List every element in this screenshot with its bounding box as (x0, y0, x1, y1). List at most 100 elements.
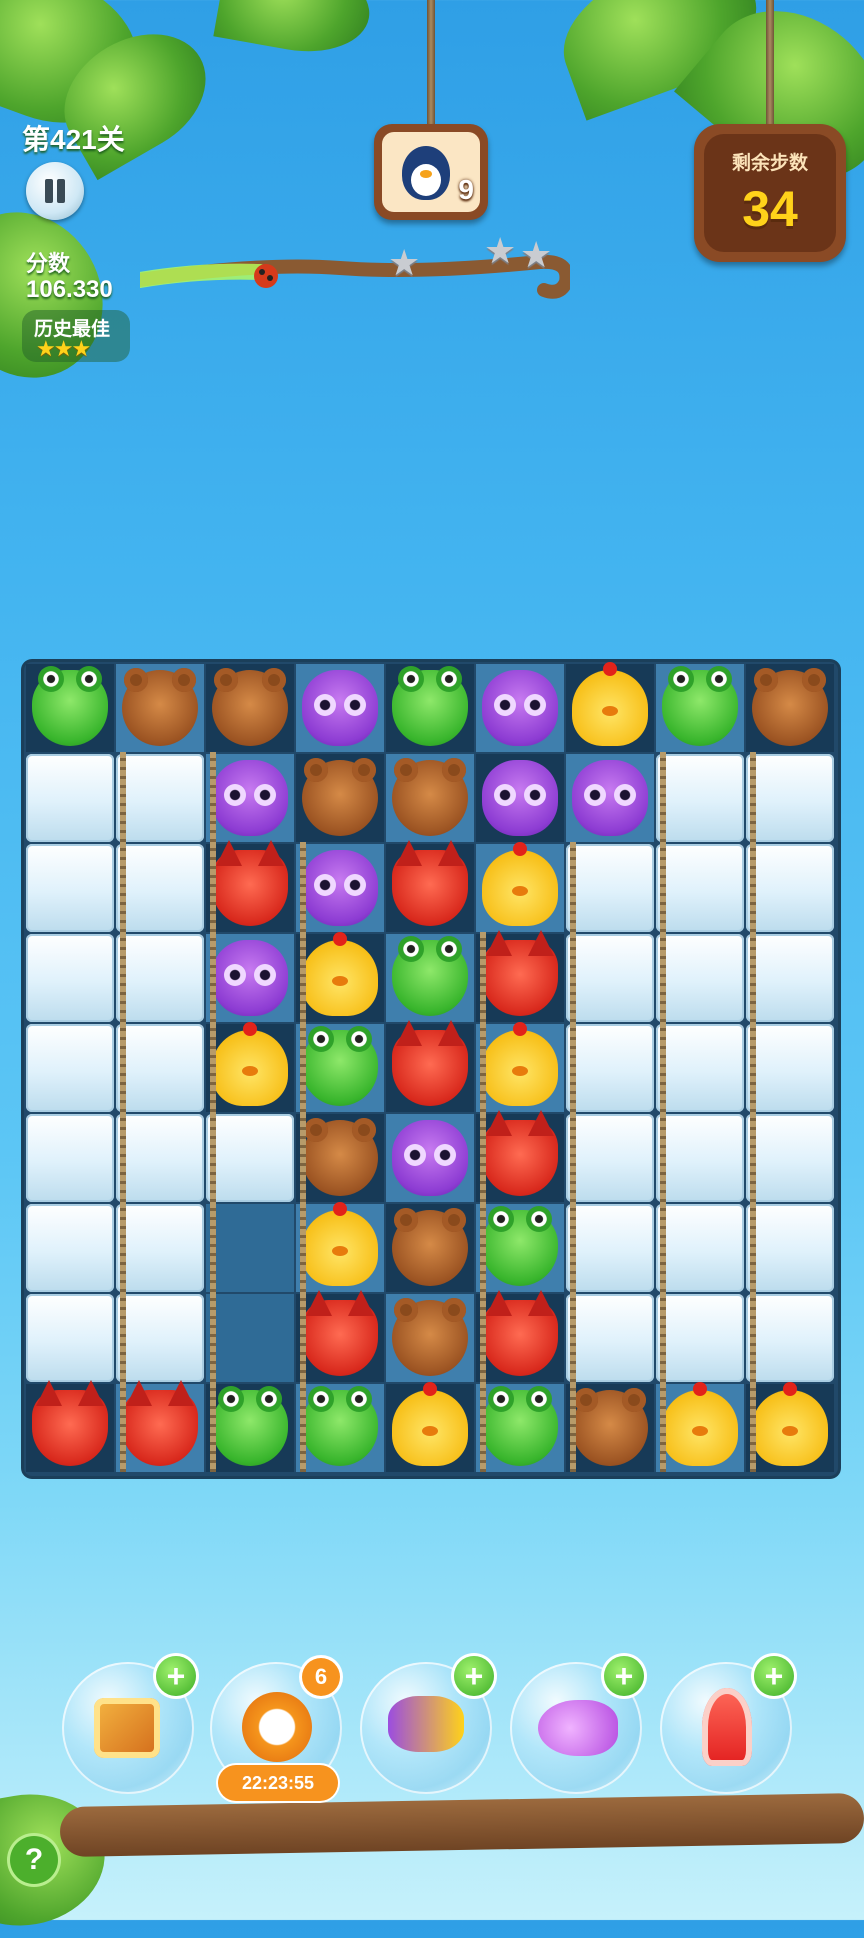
chick-piece[interactable] (572, 662, 648, 746)
frog-piece[interactable] (302, 1386, 378, 1466)
moves-panel: 剩余步数 34 (694, 124, 846, 262)
chick-piece[interactable] (212, 1022, 288, 1106)
board-cell (386, 1382, 474, 1472)
owl-piece[interactable] (482, 760, 558, 836)
board-cell (206, 664, 294, 752)
frog-piece[interactable] (392, 666, 468, 746)
score-label: 分数 (26, 251, 71, 276)
line-booster[interactable]: + (510, 1656, 644, 1794)
frog-piece[interactable] (302, 1026, 378, 1106)
moves-hanging-rope (766, 0, 774, 126)
ice-block (566, 844, 654, 932)
fox-piece[interactable] (482, 930, 558, 1016)
leaf-decoration (213, 0, 377, 63)
ice-block (566, 934, 654, 1022)
fox-piece[interactable] (482, 1110, 558, 1196)
ice-block (746, 1294, 834, 1382)
fox-piece[interactable] (32, 1380, 108, 1466)
owl-piece[interactable] (482, 670, 558, 746)
fox-piece[interactable] (302, 1290, 378, 1376)
bear-piece[interactable] (302, 1118, 378, 1196)
board-cell (206, 754, 294, 842)
frog-piece[interactable] (482, 1206, 558, 1286)
booster-vine (59, 1792, 864, 1858)
pause-button[interactable] (26, 162, 84, 220)
owl-piece[interactable] (302, 850, 378, 926)
fox-piece[interactable] (482, 1290, 558, 1376)
shuffle-booster[interactable]: + (62, 1656, 196, 1794)
ice-block (116, 754, 204, 842)
best-stars: ★★★ (36, 336, 91, 361)
board-cell (296, 932, 384, 1022)
board-cell (386, 1294, 474, 1382)
bear-piece[interactable] (212, 668, 288, 746)
rope-divider (570, 842, 576, 1472)
chick-piece[interactable] (302, 932, 378, 1016)
rocket-booster[interactable]: + (660, 1656, 794, 1794)
ice-block (656, 844, 744, 932)
rope-divider (480, 932, 486, 1472)
board-cell (26, 664, 114, 752)
frog-piece[interactable] (482, 1386, 558, 1466)
board-cell (296, 1024, 384, 1112)
ice-block (566, 1294, 654, 1382)
bear-piece[interactable] (302, 758, 378, 836)
frog-piece[interactable] (212, 1386, 288, 1466)
chick-piece[interactable] (752, 1382, 828, 1466)
help-button[interactable]: ? (10, 1836, 58, 1884)
bear-piece[interactable] (752, 668, 828, 746)
ice-block (746, 844, 834, 932)
bear-piece[interactable] (392, 1208, 468, 1286)
frog-piece[interactable] (662, 666, 738, 746)
chick-piece[interactable] (482, 842, 558, 926)
booster-count-badge: 6 (302, 1658, 340, 1696)
swap-booster[interactable]: + (360, 1656, 494, 1794)
fox-piece[interactable] (392, 1020, 468, 1106)
level-label: 第421关 (22, 124, 125, 155)
chick-piece[interactable] (482, 1022, 558, 1106)
rope-divider (210, 752, 216, 1472)
ice-block (746, 1204, 834, 1292)
add-booster-plus-icon[interactable]: + (604, 1656, 644, 1696)
fish-arrow-icon (538, 1700, 618, 1756)
add-booster-plus-icon[interactable]: + (454, 1656, 494, 1696)
add-booster-plus-icon[interactable]: + (156, 1656, 196, 1696)
owl-piece[interactable] (212, 760, 288, 836)
board-cell (476, 1022, 564, 1112)
board-cell (296, 1290, 384, 1382)
chick-piece[interactable] (662, 1382, 738, 1466)
board-cell (116, 664, 204, 752)
owl-piece[interactable] (302, 670, 378, 746)
bear-piece[interactable] (392, 758, 468, 836)
board-cell (386, 1114, 474, 1202)
board-cell (566, 1384, 654, 1472)
chick-piece[interactable] (392, 1382, 468, 1466)
target-count: 9 (458, 174, 474, 205)
bear-piece[interactable] (122, 668, 198, 746)
board-cell (296, 844, 384, 932)
ice-block (26, 1294, 114, 1382)
board-cell (296, 1114, 384, 1202)
progress-star-3: ★ (520, 234, 553, 275)
fox-piece[interactable] (122, 1380, 198, 1466)
board-cell (476, 842, 564, 932)
bear-piece[interactable] (392, 1298, 468, 1376)
owl-piece[interactable] (572, 760, 648, 836)
progress-star-1: ★ (388, 242, 421, 283)
board-cell (566, 662, 654, 752)
frog-piece[interactable] (32, 666, 108, 746)
fox-piece[interactable] (212, 840, 288, 926)
add-booster-plus-icon[interactable]: + (754, 1656, 794, 1696)
ice-block (26, 1204, 114, 1292)
ice-block (656, 754, 744, 842)
fox-piece[interactable] (392, 840, 468, 926)
ice-block (116, 1294, 204, 1382)
owl-piece[interactable] (212, 940, 288, 1016)
empty-cell (206, 1204, 294, 1292)
rope-divider (120, 752, 126, 1472)
owl-piece[interactable] (392, 1120, 468, 1196)
board-cell (386, 934, 474, 1022)
frog-piece[interactable] (392, 936, 468, 1016)
chick-piece[interactable] (302, 1202, 378, 1286)
bear-piece[interactable] (572, 1388, 648, 1466)
